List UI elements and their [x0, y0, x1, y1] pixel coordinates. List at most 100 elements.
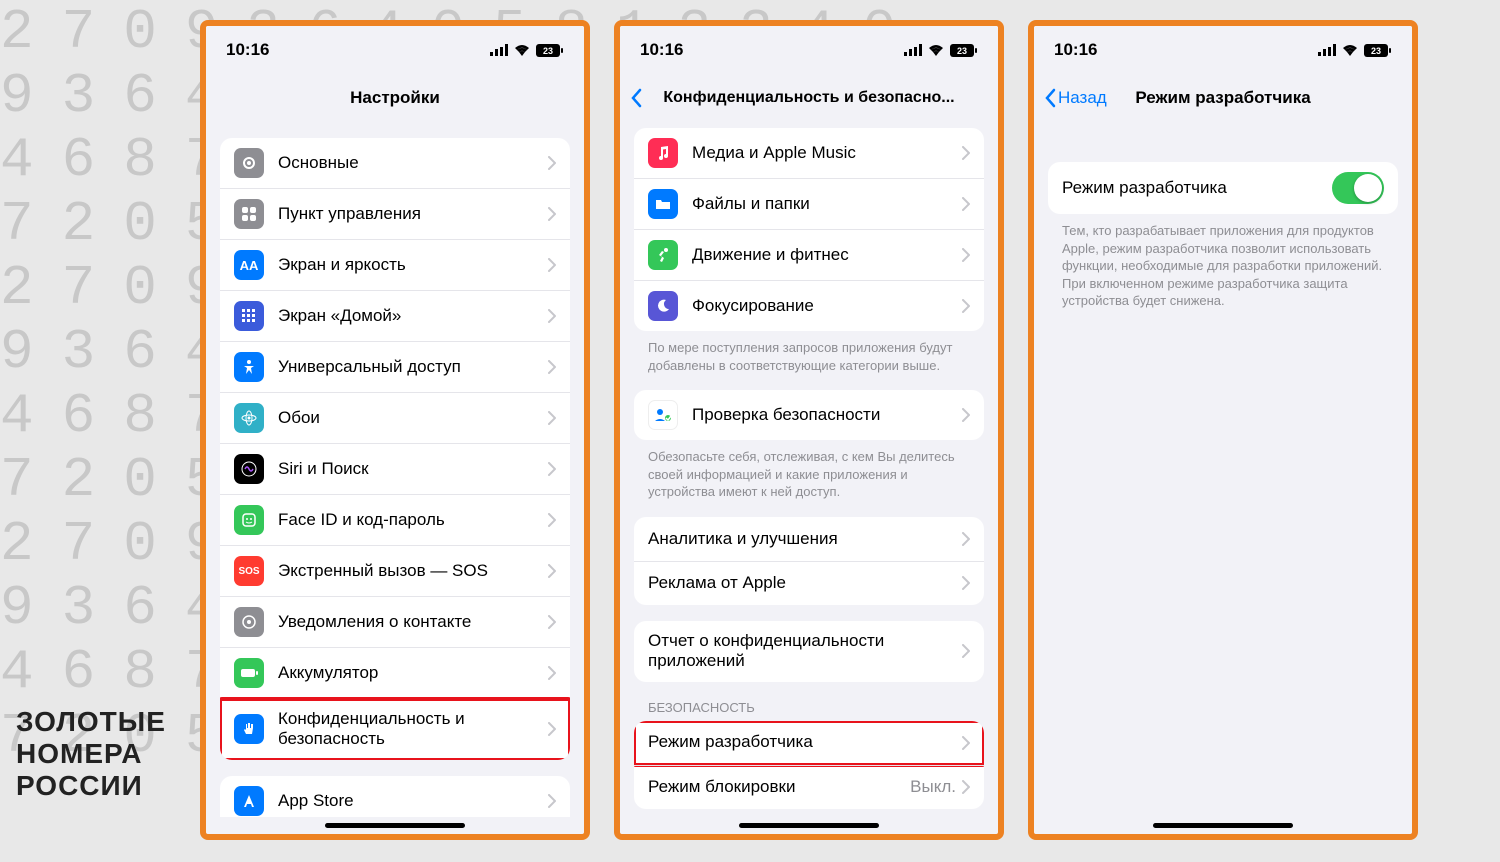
settings-row[interactable]: Обои	[220, 392, 570, 443]
settings-row[interactable]: Универсальный доступ	[220, 341, 570, 392]
settings-row[interactable]: Движение и фитнес	[634, 229, 984, 280]
back-button[interactable]: Назад	[1044, 88, 1107, 108]
section-footer: По мере поступления запросов приложения …	[634, 331, 984, 374]
row-label: Файлы и папки	[692, 194, 962, 214]
battery-icon: 23	[536, 44, 564, 57]
settings-row[interactable]: Face ID и код-пароль	[220, 494, 570, 545]
settings-row[interactable]: Siri и Поиск	[220, 443, 570, 494]
back-button[interactable]	[630, 88, 642, 108]
battery-icon: 23	[950, 44, 978, 57]
row-label: Режим разработчика	[648, 732, 962, 752]
settings-row[interactable]: Медиа и Apple Music	[634, 128, 984, 178]
battery-icon: 23	[1364, 44, 1392, 57]
nav-bar: Конфиденциальность и безопасно...	[620, 74, 998, 122]
svg-text:23: 23	[957, 46, 967, 56]
developer-mode-toggle[interactable]	[1332, 172, 1384, 204]
row-label: Экран и яркость	[278, 255, 548, 275]
row-label: Face ID и код-пароль	[278, 510, 548, 530]
siri-icon	[234, 454, 264, 484]
settings-row[interactable]: Отчет о конфиденциальности приложений	[634, 621, 984, 682]
atom-icon	[234, 403, 264, 433]
chevron-left-icon	[630, 88, 642, 108]
chevron-right-icon	[548, 258, 556, 272]
chevron-right-icon	[548, 360, 556, 374]
settings-row[interactable]: SOSЭкстренный вызов — SOS	[220, 545, 570, 596]
wifi-icon	[1342, 44, 1358, 56]
brand-logo: ЗОЛОТЫЕ НОМЕРА РОССИИ	[16, 706, 166, 802]
chevron-right-icon	[548, 564, 556, 578]
settings-row[interactable]: Файлы и папки	[634, 178, 984, 229]
row-label: Режим разработчика	[1062, 178, 1332, 198]
chevron-left-icon	[1044, 88, 1056, 108]
svg-text:23: 23	[543, 46, 553, 56]
row-label: Аналитика и улучшения	[648, 529, 962, 549]
settings-section-2: App StoreWallet и Apple Pay	[220, 776, 570, 817]
logo-line1: ЗОЛОТЫЕ	[16, 706, 166, 738]
contact-icon	[234, 607, 264, 637]
row-label: Уведомления о контакте	[278, 612, 548, 632]
row-label: Движение и фитнес	[692, 245, 962, 265]
aa-icon: AA	[234, 250, 264, 280]
settings-row[interactable]: Конфиденциальность и безопасность	[220, 698, 570, 760]
settings-row[interactable]: Аккумулятор	[220, 647, 570, 698]
row-label: Режим блокировки	[648, 777, 910, 797]
chevron-right-icon	[548, 462, 556, 476]
chevron-right-icon	[962, 576, 970, 590]
settings-row[interactable]: Фокусирование	[634, 280, 984, 331]
row-label: Siri и Поиск	[278, 459, 548, 479]
nav-bar: Настройки	[206, 74, 584, 122]
settings-row[interactable]: Режим разработчика	[634, 721, 984, 765]
signal-icon	[904, 44, 922, 56]
chevron-right-icon	[548, 615, 556, 629]
section-footer: Обезопасьте себя, отслеживая, с кем Вы д…	[634, 440, 984, 501]
settings-row[interactable]: Основные	[220, 138, 570, 188]
grid-icon	[234, 301, 264, 331]
row-value: Выкл.	[910, 777, 956, 797]
status-time: 10:16	[226, 40, 269, 60]
status-time: 10:16	[1054, 40, 1097, 60]
row-label: Медиа и Apple Music	[692, 143, 962, 163]
row-label: Конфиденциальность и безопасность	[278, 709, 548, 750]
row-label: Основные	[278, 153, 548, 173]
developer-mode-row[interactable]: Режим разработчика	[1048, 162, 1398, 214]
face-icon	[234, 505, 264, 535]
battery-icon	[234, 658, 264, 688]
chevron-right-icon	[548, 722, 556, 736]
settings-row[interactable]: Уведомления о контакте	[220, 596, 570, 647]
phone-screenshot-1: 10:16 23 Настройки Основные Пункт управле…	[200, 20, 590, 840]
logo-line3: РОССИИ	[16, 770, 166, 802]
page-title: Режим разработчика	[1135, 88, 1310, 108]
gear-icon	[234, 148, 264, 178]
sos-icon: SOS	[234, 556, 264, 586]
settings-row[interactable]: Проверка безопасности	[634, 390, 984, 440]
settings-row[interactable]: Пункт управления	[220, 188, 570, 239]
settings-row[interactable]: AA Экран и яркость	[220, 239, 570, 290]
privacy-section-security: Режим разработчика Режим блокировкиВыкл.	[634, 721, 984, 809]
wifi-icon	[928, 44, 944, 56]
chevron-right-icon	[548, 666, 556, 680]
privacy-section-apps: Медиа и Apple Music Файлы и папки Движение…	[634, 128, 984, 331]
settings-row[interactable]: Режим блокировкиВыкл.	[634, 765, 984, 809]
settings-row[interactable]: Аналитика и улучшения	[634, 517, 984, 561]
row-label: App Store	[278, 791, 548, 811]
access-icon	[234, 352, 264, 382]
chevron-right-icon	[962, 299, 970, 313]
moon-icon	[648, 291, 678, 321]
chevron-right-icon	[962, 736, 970, 750]
settings-row[interactable]: App Store	[220, 776, 570, 817]
status-time: 10:16	[640, 40, 683, 60]
page-title: Настройки	[350, 88, 440, 108]
A-icon	[234, 786, 264, 816]
status-bar: 10:16 23	[620, 26, 998, 74]
section-header-security: БЕЗОПАСНОСТЬ	[634, 682, 984, 721]
developer-mode-section: Режим разработчика	[1048, 162, 1398, 214]
home-indicator	[1153, 823, 1293, 828]
home-indicator	[325, 823, 465, 828]
chevron-right-icon	[962, 197, 970, 211]
settings-row[interactable]: Реклама от Apple	[634, 561, 984, 605]
row-label: Фокусирование	[692, 296, 962, 316]
fitness-icon	[648, 240, 678, 270]
chevron-right-icon	[548, 156, 556, 170]
nav-bar: Назад Режим разработчика	[1034, 74, 1412, 122]
settings-row[interactable]: Экран «Домой»	[220, 290, 570, 341]
